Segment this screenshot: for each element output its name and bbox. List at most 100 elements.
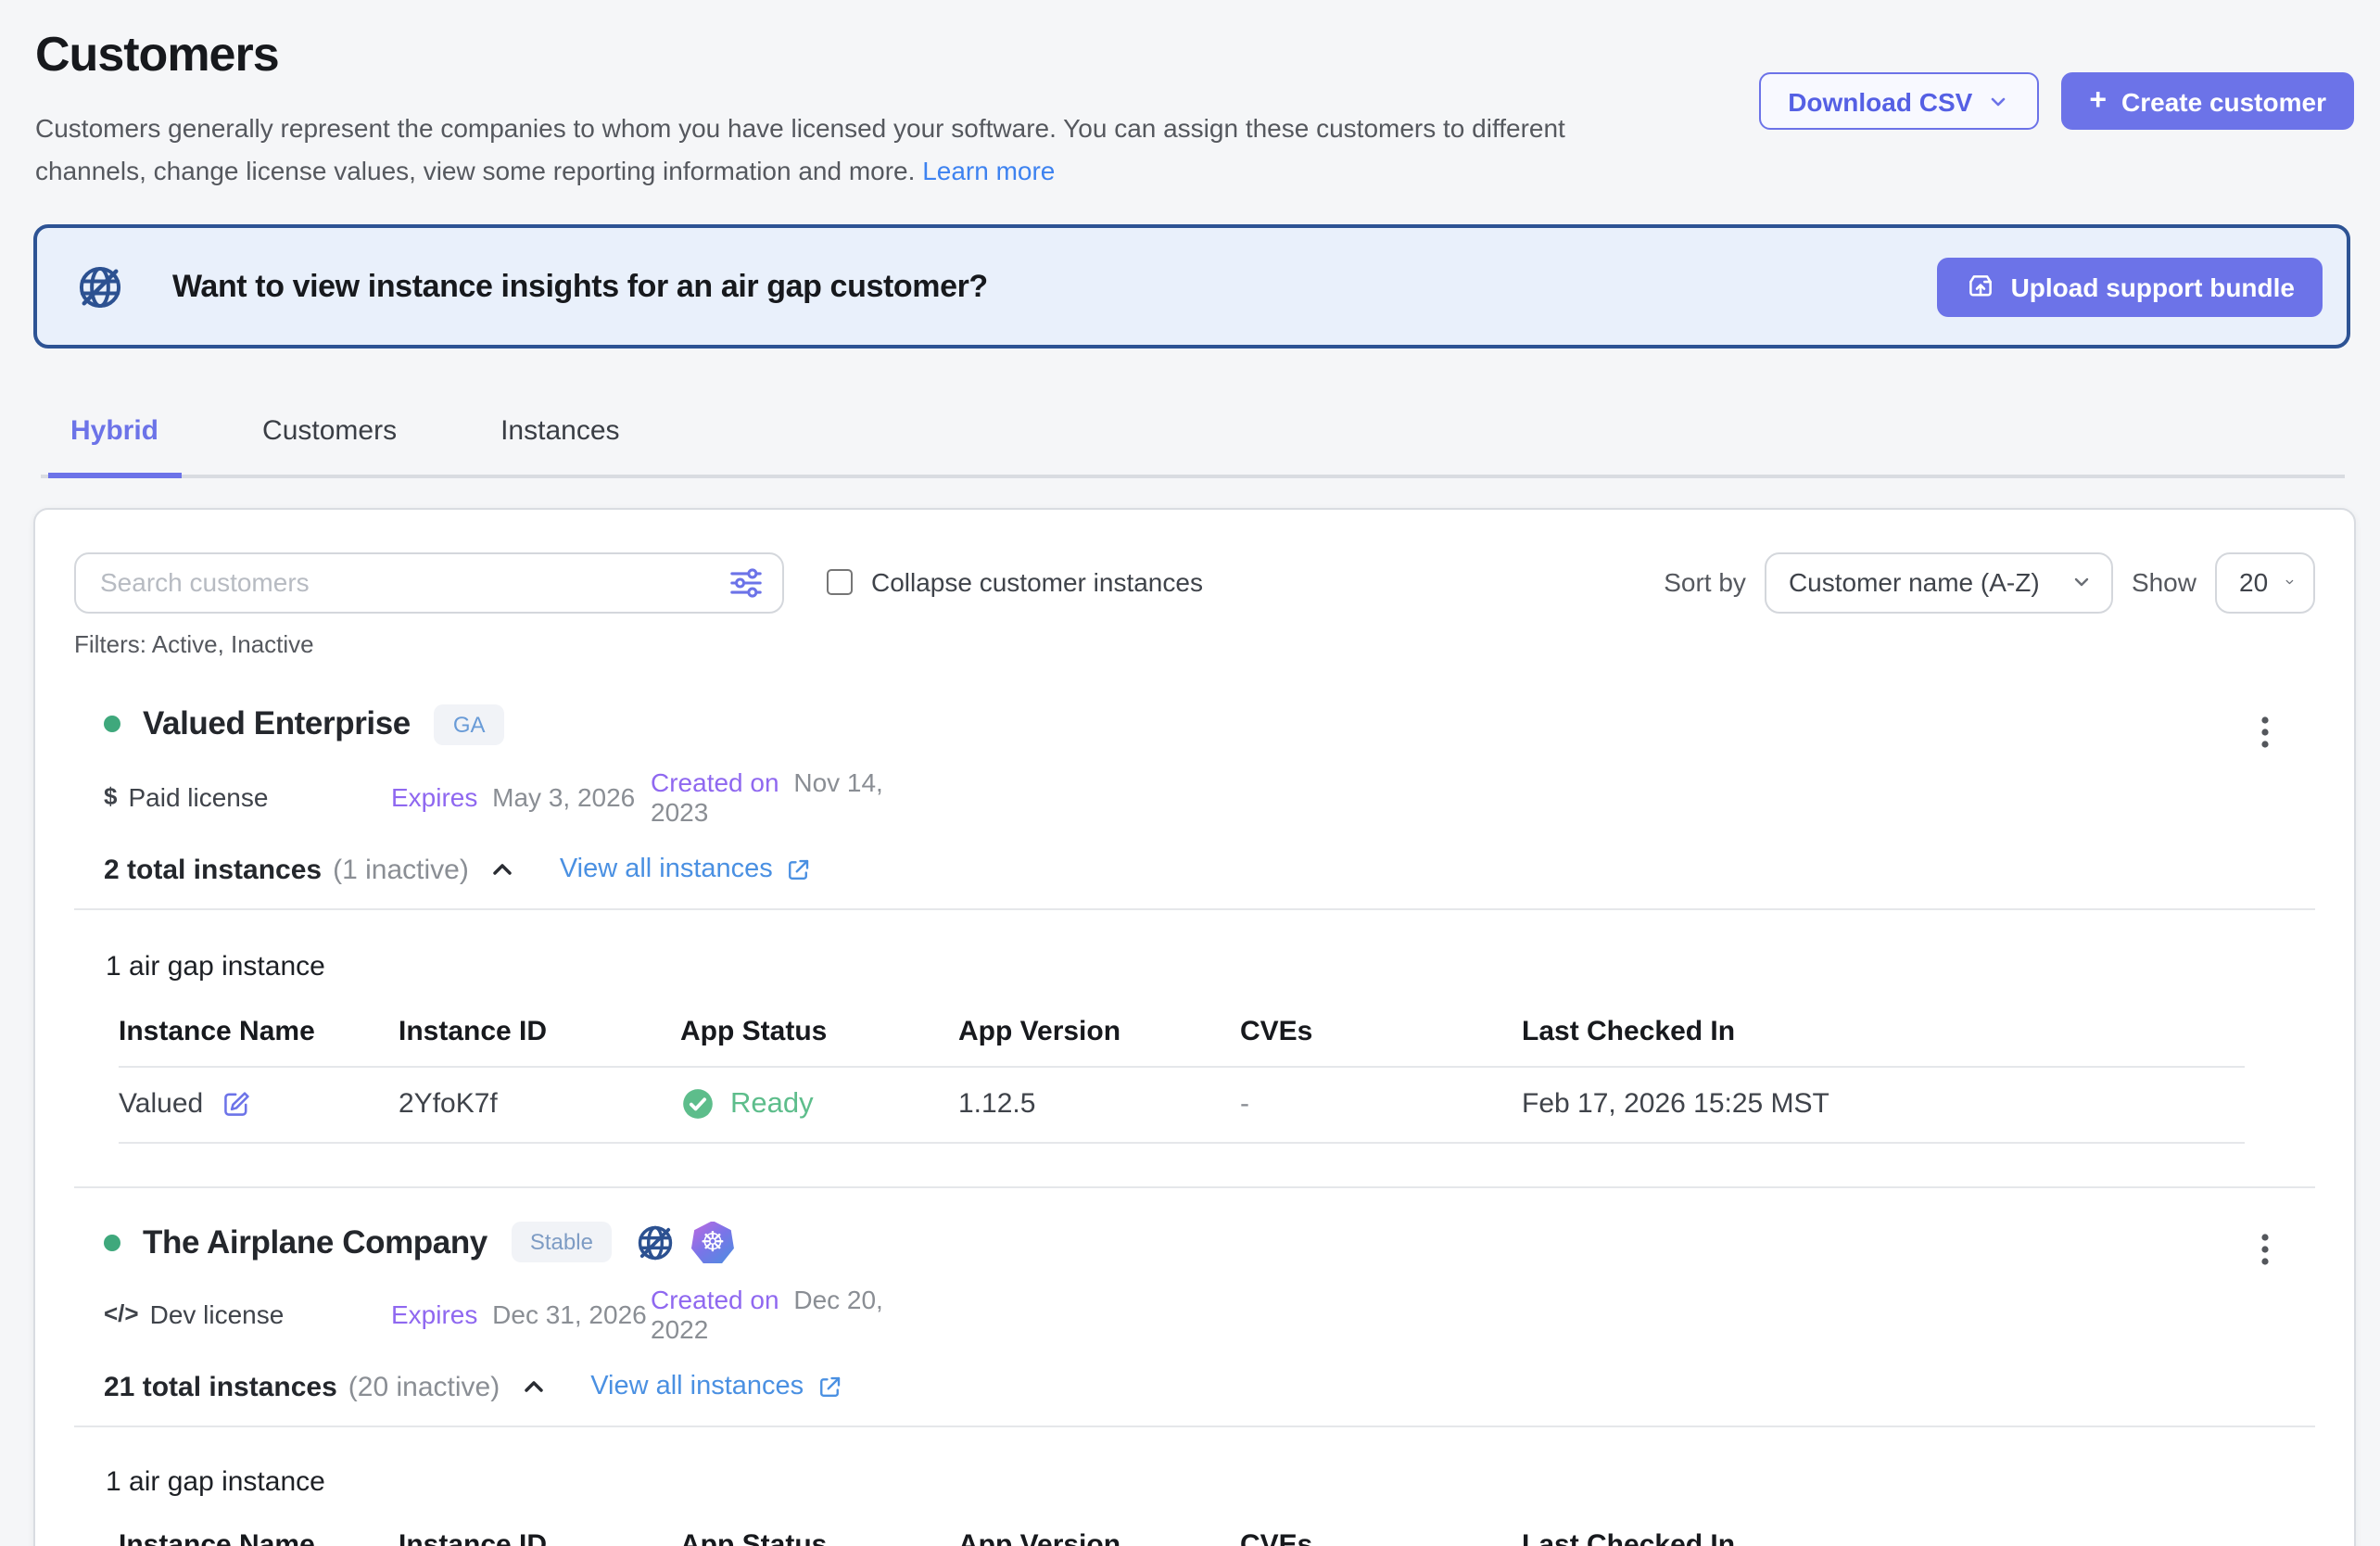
customers-card: Collapse customer instances Sort by Cust…: [33, 507, 2356, 1546]
expires-value: May 3, 2026: [492, 781, 635, 811]
search-wrap: [74, 551, 784, 613]
show-value: 20: [2239, 567, 2268, 597]
created-field: Created on Nov 14, 2023: [651, 767, 947, 826]
learn-more-link[interactable]: Learn more: [922, 156, 1055, 185]
license-type: </> Dev license: [104, 1299, 391, 1328]
plus-icon: +: [2089, 86, 2107, 116]
toolbar: Collapse customer instances Sort by Cust…: [74, 551, 2315, 613]
edit-instance-name-button[interactable]: [220, 1088, 251, 1120]
column-header-app-version: App Version: [958, 1015, 1240, 1046]
customer-row-the-airplane-company: The Airplane Company Stable ☸ </> Dev li…: [74, 1221, 2315, 1546]
column-header-instance-id: Instance ID: [399, 1015, 680, 1046]
customer-row-valued-enterprise: Valued Enterprise GA $ Paid license Expi…: [74, 703, 2315, 1143]
active-status-dot: [104, 716, 120, 732]
collapse-instances-checkbox[interactable]: [827, 569, 853, 595]
cves-cell: -: [1240, 1088, 1522, 1120]
license-type: $ Paid license: [104, 781, 391, 811]
description-line-2: channels, change license values, view so…: [35, 156, 915, 185]
collapse-instances-label: Collapse customer instances: [871, 567, 1203, 597]
active-status-dot: [104, 1234, 120, 1250]
air-gap-instance-label: 1 air gap instance: [74, 1465, 2315, 1497]
dollar-icon: $: [104, 782, 117, 810]
show-label: Show: [2132, 567, 2196, 597]
app-status-cell: Ready: [680, 1086, 958, 1121]
channel-badge: Stable: [512, 1222, 612, 1262]
instance-table-header: Instance Name Instance ID App Status App…: [119, 1528, 2245, 1546]
expires-field: Expires Dec 31, 2026: [391, 1299, 651, 1328]
header-actions: Download CSV + Create customer: [1758, 72, 2354, 130]
chevron-up-icon: [518, 1372, 548, 1401]
banner-title: Want to view instance insights for an ai…: [172, 268, 988, 305]
column-header-instance-name: Instance Name: [119, 1528, 399, 1546]
upload-support-bundle-label: Upload support bundle: [2011, 272, 2295, 301]
page-description: Customers generally represent the compan…: [35, 108, 1722, 193]
more-actions-button[interactable]: [2245, 707, 2285, 765]
expires-field: Expires May 3, 2026: [391, 781, 651, 811]
created-on-label: Created on: [651, 1284, 779, 1313]
total-instances: 2 total instances: [104, 854, 322, 885]
column-header-instance-name: Instance Name: [119, 1015, 399, 1046]
customer-section-divider: [74, 1185, 2315, 1187]
view-all-instances-link[interactable]: View all instances: [560, 855, 812, 884]
channel-badge: GA: [435, 703, 504, 744]
divider: [74, 907, 2315, 909]
last-checked-in-cell: Feb 17, 2026 15:25 MST: [1522, 1088, 2245, 1120]
download-csv-label: Download CSV: [1788, 86, 1972, 116]
toolbar-right: Sort by Customer name (A-Z) Show 20: [1664, 551, 2315, 613]
airgap-globe-icon: [74, 260, 126, 312]
column-header-cves: CVEs: [1240, 1015, 1522, 1046]
kebab-icon: [2248, 1228, 2282, 1269]
instance-table: Instance Name Instance ID App Status App…: [119, 1528, 2245, 1546]
sort-by-select[interactable]: Customer name (A-Z): [1765, 551, 2113, 613]
chevron-down-icon: [2070, 571, 2093, 593]
download-csv-button[interactable]: Download CSV: [1758, 72, 2039, 130]
customer-meta: </> Dev license Expires Dec 31, 2026 Cre…: [74, 1284, 2315, 1343]
more-actions-button[interactable]: [2245, 1224, 2285, 1282]
license-type-label: Dev license: [150, 1299, 285, 1328]
column-header-app-status: App Status: [680, 1528, 958, 1546]
tab-customers[interactable]: Customers: [240, 415, 419, 474]
kubernetes-icon: ☸: [691, 1221, 734, 1263]
instance-row: Valued 2YfoK7f Ready 1.12.5: [119, 1067, 2245, 1143]
customer-name[interactable]: The Airplane Company: [143, 1223, 487, 1261]
instance-table-header: Instance Name Instance ID App Status App…: [119, 1015, 2245, 1067]
chevron-down-icon: [2283, 571, 2295, 593]
chevron-up-icon: [487, 855, 517, 884]
tab-instances[interactable]: Instances: [478, 415, 641, 474]
external-link-icon: [784, 855, 812, 883]
upload-support-bundle-button[interactable]: Upload support bundle: [1937, 257, 2323, 316]
view-all-instances-link[interactable]: View all instances: [590, 1372, 842, 1401]
create-customer-button[interactable]: + Create customer: [2061, 72, 2354, 130]
collapse-caret-button[interactable]: [518, 1372, 548, 1401]
instance-id-cell: 2YfoK7f: [399, 1088, 680, 1120]
tab-hybrid[interactable]: Hybrid: [48, 415, 181, 478]
description-line-1: Customers generally represent the compan…: [35, 113, 1565, 143]
customer-name[interactable]: Valued Enterprise: [143, 704, 411, 743]
sort-by-label: Sort by: [1664, 567, 1746, 597]
column-header-cves: CVEs: [1240, 1528, 1522, 1546]
air-gap-instance-label: 1 air gap instance: [74, 950, 2315, 982]
customer-meta: $ Paid license Expires May 3, 2026 Creat…: [74, 767, 2315, 826]
instance-name: Valued: [119, 1088, 203, 1120]
instances-summary: 21 total instances (20 inactive) View al…: [74, 1371, 2315, 1402]
divider: [74, 1425, 2315, 1426]
inactive-instances: (1 inactive): [333, 854, 469, 885]
check-circle-icon: [680, 1086, 715, 1121]
collapse-caret-button[interactable]: [487, 855, 517, 884]
instances-summary: 2 total instances (1 inactive) View all …: [74, 854, 2315, 885]
customers-page: Customers Customers generally represent …: [0, 0, 2380, 1546]
column-header-app-version: App Version: [958, 1528, 1240, 1546]
column-header-app-status: App Status: [680, 1015, 958, 1046]
active-filters-text: Filters: Active, Inactive: [74, 629, 2315, 657]
app-version-cell: 1.12.5: [958, 1088, 1240, 1120]
column-header-last-checked-in: Last Checked In: [1522, 1015, 2245, 1046]
sort-by-value: Customer name (A-Z): [1789, 567, 2040, 597]
column-header-instance-id: Instance ID: [399, 1528, 680, 1546]
search-input[interactable]: [74, 551, 784, 613]
filter-sliders-icon[interactable]: [728, 564, 764, 600]
kebab-icon: [2248, 711, 2282, 752]
show-select[interactable]: 20: [2215, 551, 2315, 613]
view-all-instances-label: View all instances: [560, 855, 773, 884]
chevron-down-icon: [1987, 90, 2009, 112]
collapse-instances-group: Collapse customer instances: [827, 567, 1203, 597]
